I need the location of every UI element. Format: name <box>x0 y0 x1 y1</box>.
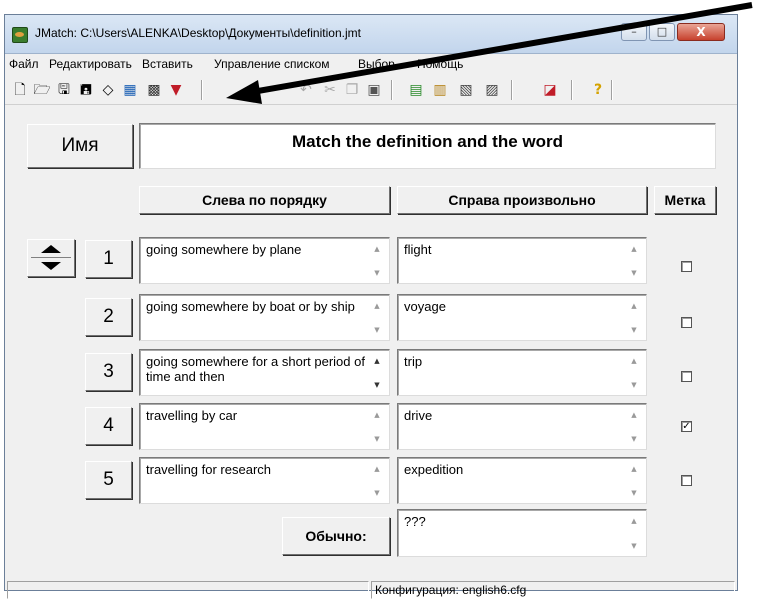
arrow-head <box>226 80 262 104</box>
arrow-shaft <box>251 2 753 95</box>
annotation-arrow <box>226 2 753 104</box>
